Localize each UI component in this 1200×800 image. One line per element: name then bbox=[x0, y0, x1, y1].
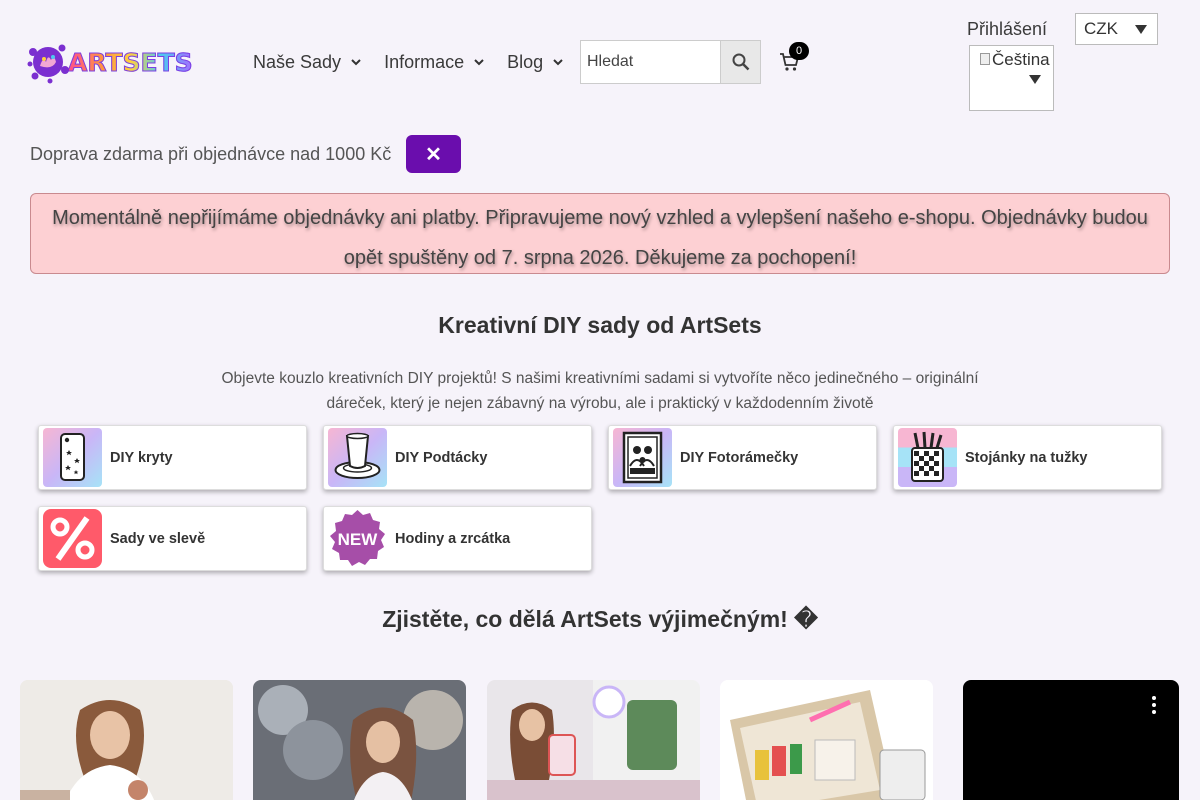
more-options-icon[interactable] bbox=[1152, 696, 1156, 717]
login-link[interactable]: Přihlášení bbox=[967, 19, 1047, 40]
girl-winter-photo bbox=[253, 680, 466, 800]
search-input[interactable] bbox=[581, 41, 720, 83]
main-nav: Naše Sady Informace Blog bbox=[253, 50, 586, 74]
gallery-video[interactable] bbox=[963, 680, 1179, 800]
gallery-photo-2[interactable] bbox=[253, 680, 466, 800]
dropdown-arrow-icon bbox=[1135, 25, 1147, 34]
pencil-holder-icon bbox=[898, 428, 957, 487]
section-title: Kreativní DIY sady od ArtSets bbox=[438, 312, 762, 338]
category-card-diy-kryty[interactable]: DIY kryty bbox=[38, 425, 307, 490]
store-closed-alert: Momentálně nepřijímáme objednávky ani pl… bbox=[30, 193, 1170, 274]
category-card-diy-fotoramecky[interactable]: DIY Fotorámečky bbox=[608, 425, 877, 490]
alert-line: opět spuštěny od 7. srpna 2026. Děkujeme… bbox=[343, 247, 857, 269]
gallery-photo-4[interactable] bbox=[720, 680, 933, 800]
cart-count-badge: 0 bbox=[789, 42, 809, 60]
search-icon bbox=[732, 53, 749, 71]
gallery-photo-3[interactable] bbox=[487, 680, 700, 800]
currency-value: CZK bbox=[1084, 19, 1118, 38]
free-shipping-notice: Doprava zdarma při objednávce nad 1000 K… bbox=[30, 144, 392, 164]
close-notice-button[interactable]: ✕ bbox=[406, 135, 461, 173]
nav-item-informace[interactable]: Informace bbox=[384, 50, 485, 74]
currency-select[interactable]: CZK bbox=[1075, 13, 1158, 45]
chevron-down-icon bbox=[553, 59, 563, 66]
category-card-diy-podtacky[interactable]: DIY Podtácky bbox=[323, 425, 592, 490]
category-label: Hodiny a zrcátka bbox=[395, 530, 511, 547]
category-card-stojanky-na-tuzky[interactable]: Stojánky na tužky bbox=[893, 425, 1162, 490]
alert-line: Momentálně nepřijímáme objednávky ani pl… bbox=[52, 207, 1148, 229]
nav-item-label: Blog bbox=[507, 51, 544, 72]
coaster-icon bbox=[328, 428, 387, 487]
category-label: DIY kryty bbox=[110, 449, 173, 466]
dropdown-arrow-icon bbox=[1029, 75, 1041, 84]
logo[interactable]: ARTSETS bbox=[26, 40, 193, 84]
product-collage-photo bbox=[487, 680, 700, 800]
nav-item-blog[interactable]: Blog bbox=[507, 50, 564, 74]
percent-icon bbox=[43, 509, 102, 568]
category-card-hodiny-a-zrcatka[interactable]: NEW Hodiny a zrcátka bbox=[323, 506, 592, 571]
features-heading: Zjistěte, co dělá ArtSets výjimečným! � bbox=[382, 606, 818, 632]
nav-item-label: Naše Sady bbox=[253, 51, 342, 72]
category-label: DIY Fotorámečky bbox=[680, 449, 799, 466]
nav-item-label: Informace bbox=[384, 51, 465, 72]
chevron-down-icon bbox=[474, 59, 484, 66]
new-badge-icon: NEW bbox=[328, 509, 387, 568]
logo-text: ARTSETS bbox=[68, 47, 194, 77]
diy-kit-box-photo bbox=[720, 680, 933, 800]
new-badge-text: NEW bbox=[338, 530, 379, 549]
category-label: Sady ve slevě bbox=[110, 530, 206, 547]
girl-crafting-photo bbox=[20, 680, 233, 800]
nav-item-nase-sady[interactable]: Naše Sady bbox=[253, 50, 362, 74]
category-label: DIY Podtácky bbox=[395, 449, 488, 466]
language-flag-alt: Čeština bbox=[992, 50, 1050, 69]
category-label: Stojánky na tužky bbox=[965, 449, 1088, 466]
phone-case-icon bbox=[43, 428, 102, 487]
photo-frame-icon bbox=[613, 428, 672, 487]
paint-splat-icon bbox=[27, 44, 69, 84]
search-form bbox=[580, 40, 761, 84]
section-intro: Objevte kouzlo kreativních DIY projektů!… bbox=[221, 370, 979, 412]
language-select[interactable]: Čeština bbox=[969, 45, 1054, 111]
search-button[interactable] bbox=[720, 41, 760, 83]
category-card-sady-ve-sleve[interactable]: Sady ve slevě bbox=[38, 506, 307, 571]
chevron-down-icon bbox=[351, 59, 361, 66]
gallery-photo-1[interactable] bbox=[20, 680, 233, 800]
